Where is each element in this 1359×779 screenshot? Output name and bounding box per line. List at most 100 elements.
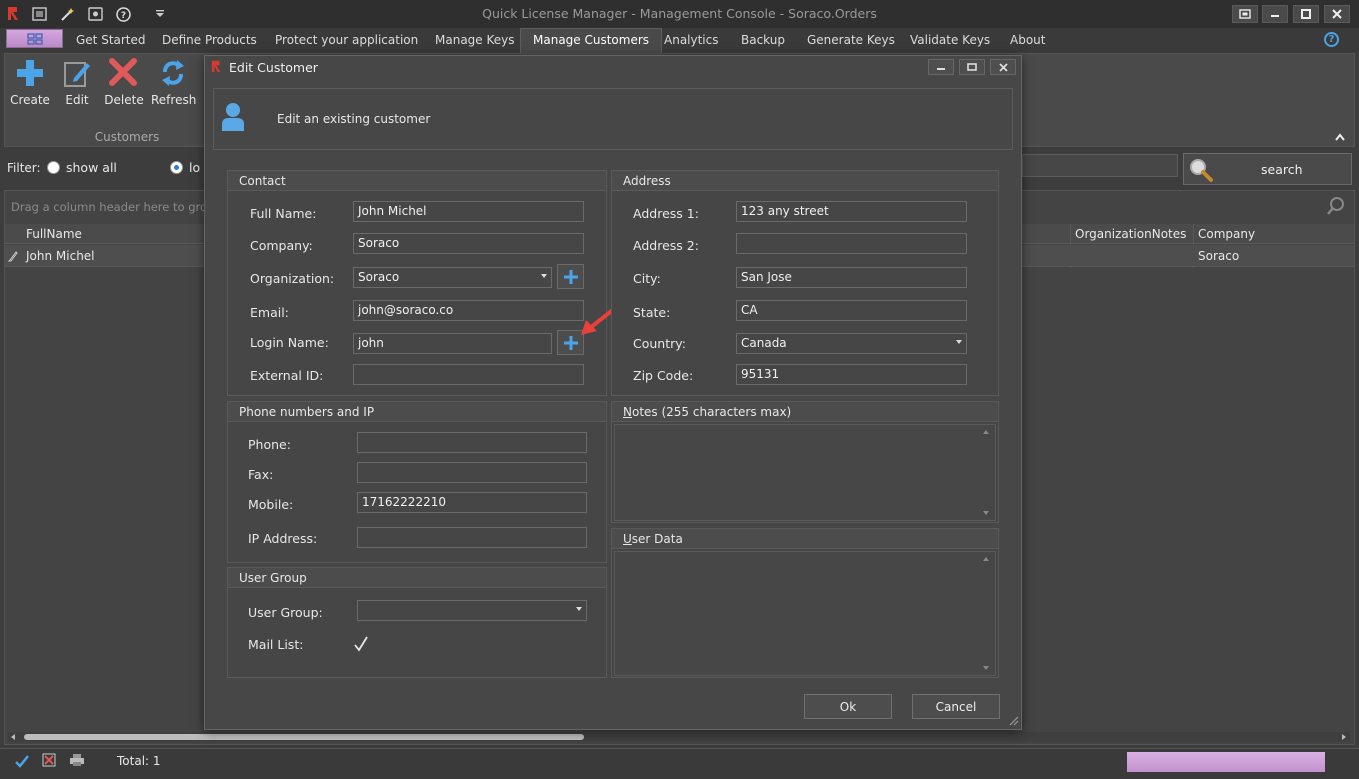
user-group-title: User Group xyxy=(228,568,606,588)
fax-label: Fax: xyxy=(248,467,274,482)
tab-validate-keys[interactable]: Validate Keys xyxy=(910,31,990,51)
country-label: Country: xyxy=(633,336,686,351)
dialog-title: Edit Customer xyxy=(229,60,318,75)
magnifier-icon xyxy=(1190,159,1213,182)
address2-label: Address 2: xyxy=(633,238,699,253)
cancel-button[interactable]: Cancel xyxy=(912,694,1000,719)
phone-field[interactable] xyxy=(357,432,587,453)
ip-address-field[interactable] xyxy=(357,527,587,548)
login-name-field[interactable]: john xyxy=(353,333,552,354)
tab-get-started[interactable]: Get Started xyxy=(76,31,146,51)
tab-backup[interactable]: Backup xyxy=(741,31,785,51)
tab-generate-keys[interactable]: Generate Keys xyxy=(807,31,895,51)
print-icon[interactable] xyxy=(69,753,85,767)
city-field[interactable]: San Jose xyxy=(736,267,967,288)
maximize-button[interactable] xyxy=(1293,5,1319,23)
scroll-up-arrow[interactable] xyxy=(983,430,989,434)
customer-avatar-icon xyxy=(221,102,245,132)
search-button-label: search xyxy=(1261,162,1303,177)
country-value: Canada xyxy=(741,336,787,350)
scroll-up-arrow[interactable] xyxy=(983,557,989,561)
delete-icon[interactable] xyxy=(109,58,137,86)
user-group-combo[interactable] xyxy=(357,600,587,621)
organization-combo[interactable]: Soraco xyxy=(353,267,552,288)
tab-manage-customers[interactable]: Manage Customers xyxy=(520,28,663,53)
create-icon[interactable] xyxy=(15,58,45,88)
close-button[interactable] xyxy=(1324,5,1350,23)
filter-label: Filter: xyxy=(7,161,41,175)
full-name-field[interactable]: John Michel xyxy=(353,201,584,222)
company-label: Company: xyxy=(250,238,313,253)
mail-list-checkbox[interactable] xyxy=(354,636,368,652)
cell-fullname[interactable]: John Michel xyxy=(26,249,95,263)
column-fullname[interactable]: FullName xyxy=(26,227,82,241)
tab-manage-keys[interactable]: Manage Keys xyxy=(435,31,515,51)
search-button[interactable]: search xyxy=(1183,153,1352,185)
address2-field[interactable] xyxy=(736,233,967,254)
company-field[interactable]: Soraco xyxy=(353,233,584,254)
user-group-label: User Group: xyxy=(248,605,323,620)
refresh-icon[interactable] xyxy=(159,58,187,88)
resize-grip-icon[interactable] xyxy=(1007,714,1019,726)
dialog-maximize-button[interactable] xyxy=(959,59,985,75)
status-progress-bar xyxy=(1127,752,1325,772)
zip-code-field[interactable]: 95131 xyxy=(736,364,967,385)
column-company[interactable]: Company xyxy=(1198,227,1255,241)
check-icon[interactable] xyxy=(14,753,30,769)
notes-textarea[interactable] xyxy=(614,424,996,521)
chevron-down-icon xyxy=(956,340,962,344)
tab-analytics[interactable]: Analytics xyxy=(664,31,719,51)
address-group-title: Address xyxy=(612,171,998,191)
clear-filter-icon[interactable] xyxy=(42,753,56,767)
tab-protect-application[interactable]: Protect your application xyxy=(275,31,418,51)
state-field[interactable]: CA xyxy=(736,300,967,321)
email-field[interactable]: john@soraco.co xyxy=(353,300,584,321)
ok-button[interactable]: Ok xyxy=(804,694,892,719)
dialog-minimize-button[interactable] xyxy=(928,59,954,75)
filter-search-input[interactable] xyxy=(1022,154,1178,177)
user-data-group-title: User Data xyxy=(612,529,998,549)
total-count: Total: 1 xyxy=(117,754,161,768)
external-id-field[interactable] xyxy=(353,364,584,385)
tab-about[interactable]: About xyxy=(1010,31,1045,51)
create-button[interactable]: Create xyxy=(10,93,50,107)
lookup-label[interactable]: lo xyxy=(189,160,200,175)
restore-window-button[interactable] xyxy=(1232,5,1258,23)
group-panel-hint: Drag a column header here to grou xyxy=(11,200,215,214)
ribbon-help-icon[interactable]: ? xyxy=(1324,32,1339,47)
scrollbar-thumb[interactable] xyxy=(24,734,584,740)
mobile-field[interactable]: 17162222210 xyxy=(357,492,587,513)
dialog-header-text: Edit an existing customer xyxy=(277,112,431,126)
window-title: Quick License Manager - Management Conso… xyxy=(482,6,877,21)
collapse-ribbon-icon[interactable] xyxy=(1334,131,1346,141)
refresh-button[interactable]: Refresh xyxy=(151,93,196,107)
show-all-radio[interactable] xyxy=(47,161,60,174)
plus-icon xyxy=(563,269,578,284)
edit-icon[interactable] xyxy=(62,58,92,88)
tab-define-products[interactable]: Define Products xyxy=(162,31,257,51)
scroll-right-arrow[interactable] xyxy=(1342,734,1346,740)
grid-search-icon[interactable] xyxy=(1326,196,1346,216)
column-organization-notes[interactable]: OrganizationNotes xyxy=(1075,227,1186,241)
fax-field[interactable] xyxy=(357,462,587,483)
scroll-down-arrow[interactable] xyxy=(983,511,989,515)
lookup-radio[interactable] xyxy=(170,161,183,174)
dialog-close-button[interactable] xyxy=(990,59,1016,75)
edit-button[interactable]: Edit xyxy=(60,93,94,107)
scroll-left-arrow[interactable] xyxy=(11,734,15,740)
mail-list-label: Mail List: xyxy=(248,637,304,652)
show-all-label[interactable]: show all xyxy=(66,160,117,175)
chevron-down-icon xyxy=(541,274,547,278)
add-organization-button[interactable] xyxy=(557,264,584,289)
country-combo[interactable]: Canada xyxy=(736,333,967,354)
address1-field[interactable]: 123 any street xyxy=(736,201,967,222)
grid-icon xyxy=(26,32,43,45)
delete-button[interactable]: Delete xyxy=(104,93,144,107)
user-data-textarea[interactable] xyxy=(614,551,996,676)
checkmark-icon xyxy=(354,636,368,652)
application-menu-button[interactable] xyxy=(6,29,63,48)
cell-company[interactable]: Soraco xyxy=(1198,249,1239,263)
minimize-button[interactable] xyxy=(1262,5,1288,23)
login-name-label: Login Name: xyxy=(250,335,329,350)
scroll-down-arrow[interactable] xyxy=(983,666,989,670)
